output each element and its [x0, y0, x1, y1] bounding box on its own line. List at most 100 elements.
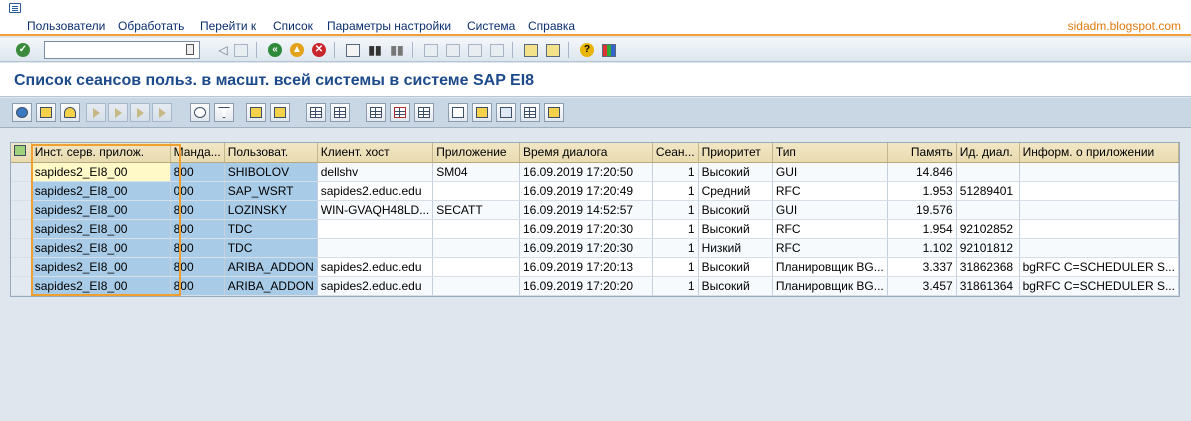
cell-sessions[interactable]: 1	[652, 162, 699, 182]
cell-dialog-time[interactable]: 16.09.2019 17:20:30	[519, 219, 653, 239]
menu-list[interactable]: Список	[273, 19, 313, 33]
cell-application[interactable]	[432, 257, 520, 277]
enter-button[interactable]: ✓	[14, 41, 32, 59]
menu-edit[interactable]: Обработать	[118, 19, 184, 33]
cell-client-host[interactable]: sapides2.educ.edu	[317, 181, 434, 201]
cell-type[interactable]: GUI	[772, 200, 888, 220]
menu-users[interactable]: Пользователи	[27, 19, 105, 33]
command-field[interactable]	[44, 41, 200, 59]
cell-app-info[interactable]	[1019, 162, 1180, 182]
first-page-button[interactable]	[422, 41, 440, 59]
table-row[interactable]: sapides2_EI8_00 800 ARIBA_ADDON sapides2.ed…	[11, 276, 1180, 296]
cell-dialog-time[interactable]: 16.09.2019 17:20:20	[519, 276, 653, 296]
column-header-app-info[interactable]: Информ. о приложении	[1019, 143, 1180, 163]
cell-client[interactable]: 800	[170, 238, 225, 258]
cell-application[interactable]	[432, 181, 520, 201]
cell-memory[interactable]: 19.576	[887, 200, 957, 220]
cell-dialog-id[interactable]	[956, 162, 1020, 182]
cell-app-info[interactable]	[1019, 200, 1180, 220]
cell-sessions[interactable]: 1	[652, 238, 699, 258]
exit-button[interactable]: ▲	[288, 41, 306, 59]
cell-memory[interactable]: 1.954	[887, 219, 957, 239]
cell-sessions[interactable]: 1	[652, 257, 699, 277]
row-selector[interactable]	[11, 257, 32, 277]
first-row-button[interactable]	[86, 103, 106, 122]
sort-descending-button[interactable]	[270, 103, 290, 122]
details-button[interactable]	[190, 103, 210, 122]
menu-system[interactable]: Система	[467, 19, 515, 33]
column-header-client[interactable]: Манда...	[170, 143, 225, 163]
cell-application[interactable]: SM04	[432, 162, 520, 182]
cell-instance[interactable]: sapides2_EI8_00	[31, 276, 171, 296]
cell-memory[interactable]: 3.457	[887, 276, 957, 296]
cell-priority[interactable]: Низкий	[698, 238, 773, 258]
cell-application[interactable]	[432, 238, 520, 258]
row-selector[interactable]	[11, 219, 32, 239]
cell-client-host[interactable]	[317, 238, 434, 258]
filter-button[interactable]	[214, 103, 234, 122]
cell-app-info[interactable]: bgRFC C=SCHEDULER S...	[1019, 276, 1180, 296]
cell-client[interactable]: 800	[170, 219, 225, 239]
customize-layout-button[interactable]	[600, 41, 618, 59]
shortcut-button[interactable]	[544, 41, 562, 59]
column-header-client-host[interactable]: Клиент. хост	[317, 143, 434, 163]
refresh-button[interactable]	[12, 103, 32, 122]
cell-user[interactable]: TDC	[224, 219, 318, 239]
export-button[interactable]	[306, 103, 326, 122]
cell-priority[interactable]: Высокий	[698, 219, 773, 239]
column-header-dialog-id[interactable]: Ид. диал.	[956, 143, 1020, 163]
cell-dialog-id[interactable]	[956, 200, 1020, 220]
cell-sessions[interactable]: 1	[652, 181, 699, 201]
cell-type[interactable]: Планировщик BG...	[772, 276, 888, 296]
cell-user[interactable]: SAP_WSRT	[224, 181, 318, 201]
cell-dialog-id[interactable]: 31862368	[956, 257, 1020, 277]
column-header-memory[interactable]: Память	[887, 143, 957, 163]
cell-type[interactable]: Планировщик BG...	[772, 257, 888, 277]
cell-sessions[interactable]: 1	[652, 200, 699, 220]
cell-type[interactable]: GUI	[772, 162, 888, 182]
cell-dialog-id[interactable]: 92101812	[956, 238, 1020, 258]
subtotal-button[interactable]	[544, 103, 564, 122]
cell-dialog-time[interactable]: 16.09.2019 14:52:57	[519, 200, 653, 220]
table-row[interactable]: sapides2_EI8_00 800 LOZINSKY WIN-GVAQH48LD.…	[11, 200, 1180, 220]
cancel-button[interactable]: ✕	[310, 41, 328, 59]
row-selector[interactable]	[11, 200, 32, 220]
cell-user[interactable]: ARIBA_ADDON	[224, 257, 318, 277]
previous-row-button[interactable]	[108, 103, 128, 122]
next-row-button[interactable]	[130, 103, 150, 122]
cell-application[interactable]	[432, 276, 520, 296]
cell-instance[interactable]: sapides2_EI8_00	[31, 162, 171, 182]
cell-dialog-id[interactable]: 92102852	[956, 219, 1020, 239]
back-button[interactable]: «	[266, 41, 284, 59]
menu-goto[interactable]: Перейти к	[200, 19, 256, 33]
cell-type[interactable]: RFC	[772, 238, 888, 258]
cell-instance[interactable]: sapides2_EI8_00	[31, 238, 171, 258]
command-history-dropdown[interactable]	[186, 44, 194, 55]
cell-user[interactable]: TDC	[224, 238, 318, 258]
column-header-user[interactable]: Пользоват.	[224, 143, 318, 163]
cell-dialog-id[interactable]: 51289401	[956, 181, 1020, 201]
menu-help[interactable]: Справка	[528, 19, 575, 33]
back-arrow-button[interactable]: ◁	[214, 41, 232, 59]
find-button[interactable]: ▮▮	[366, 41, 384, 59]
create-session-button[interactable]	[522, 41, 540, 59]
help-button[interactable]: ?	[578, 41, 596, 59]
next-page-button[interactable]	[466, 41, 484, 59]
cell-priority[interactable]: Высокий	[698, 257, 773, 277]
cell-app-info[interactable]: bgRFC C=SCHEDULER S...	[1019, 257, 1180, 277]
cell-user[interactable]: SHIBOLOV	[224, 162, 318, 182]
cell-dialog-time[interactable]: 16.09.2019 17:20:30	[519, 238, 653, 258]
cell-user[interactable]: LOZINSKY	[224, 200, 318, 220]
cell-instance[interactable]: sapides2_EI8_00	[31, 200, 171, 220]
cell-dialog-id[interactable]: 31861364	[956, 276, 1020, 296]
cell-dialog-time[interactable]: 16.09.2019 17:20:13	[519, 257, 653, 277]
select-all-cell[interactable]	[11, 143, 32, 163]
system-menu-icon[interactable]	[9, 3, 21, 13]
column-header-instance[interactable]: Инст. серв. прилож.	[31, 143, 171, 163]
last-row-button[interactable]	[152, 103, 172, 122]
cell-app-info[interactable]	[1019, 181, 1180, 201]
print-button[interactable]	[344, 41, 362, 59]
cell-app-info[interactable]	[1019, 219, 1180, 239]
table-row[interactable]: sapides2_EI8_00 800 ARIBA_ADDON sapides2.ed…	[11, 257, 1180, 277]
select-layout-button[interactable]	[390, 103, 410, 122]
